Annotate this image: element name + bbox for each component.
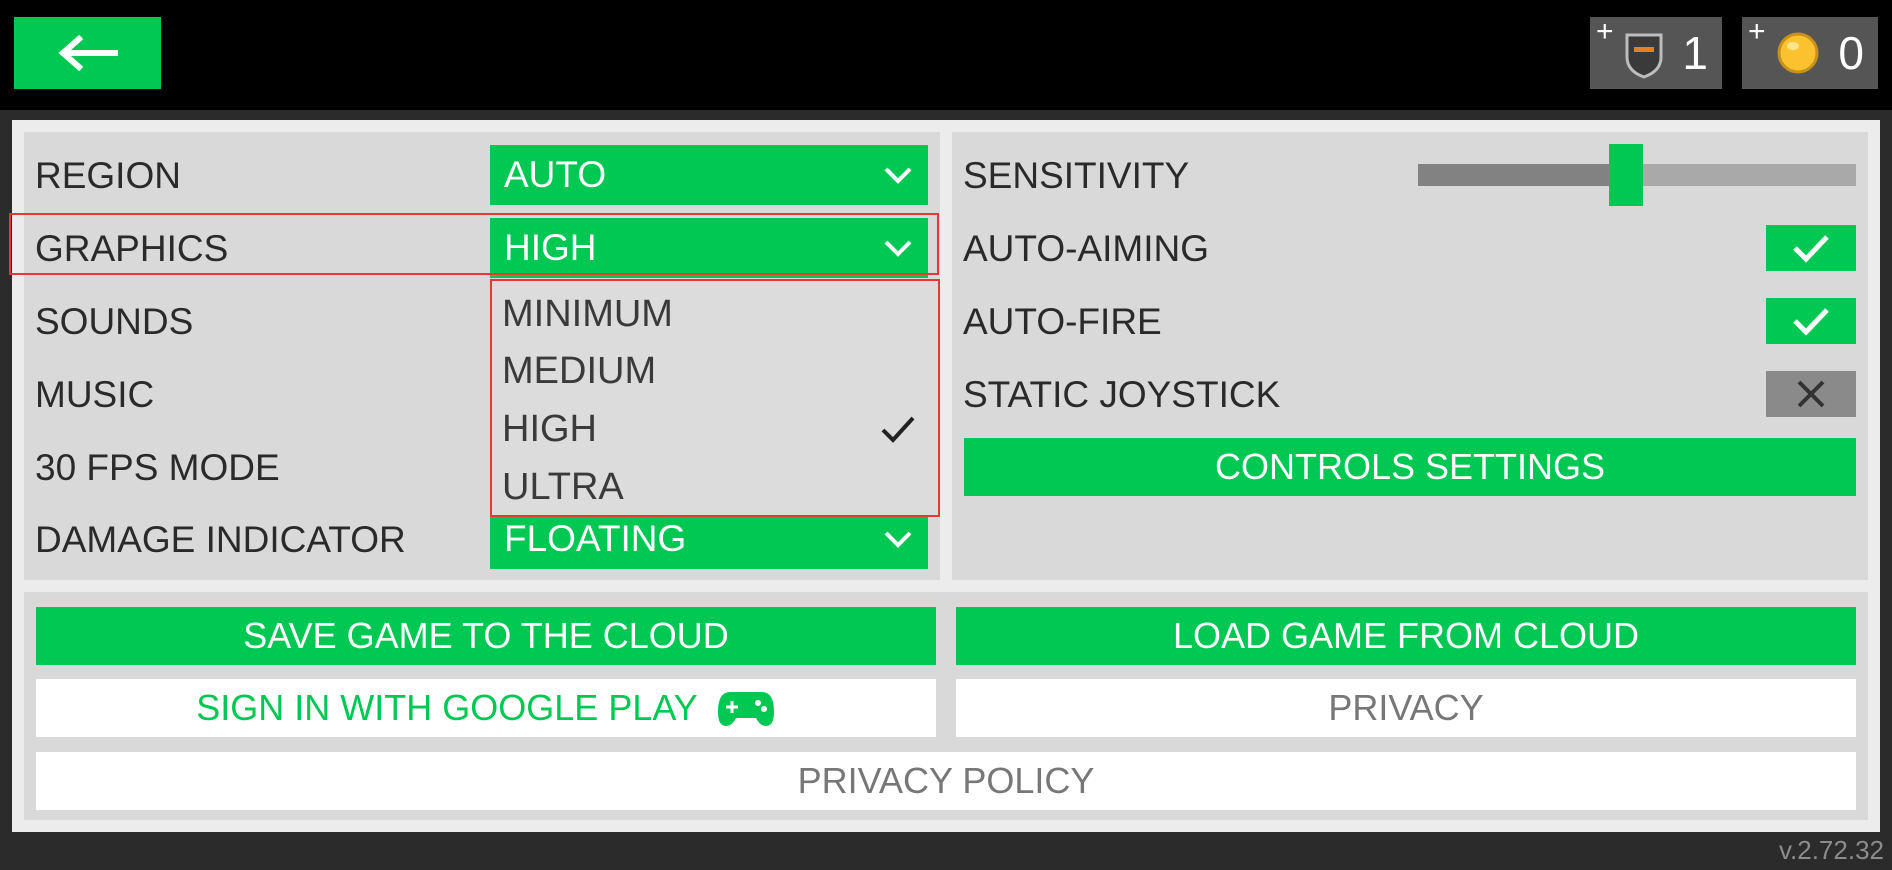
checkmark-icon — [1793, 235, 1829, 263]
close-icon — [1797, 380, 1825, 408]
auto-aiming-toggle[interactable] — [1766, 225, 1856, 271]
chevron-down-icon — [884, 167, 912, 184]
coin-plus: + — [1748, 15, 1766, 48]
sensitivity-thumb[interactable] — [1609, 144, 1644, 206]
privacy-policy-button[interactable]: PRIVACY POLICY — [36, 752, 1856, 810]
privacy-button[interactable]: PRIVACY — [956, 679, 1856, 737]
left-arrow-icon — [57, 35, 118, 71]
shield-icon — [1625, 33, 1663, 79]
load-from-cloud-button[interactable]: LOAD GAME FROM CLOUD — [956, 607, 1856, 665]
damage-indicator-label: DAMAGE INDICATOR — [35, 519, 406, 560]
sounds-label: SOUNDS — [35, 301, 194, 342]
damage-indicator-dropdown[interactable]: FLOATING — [490, 509, 928, 569]
auto-fire-toggle[interactable] — [1766, 298, 1856, 344]
checkmark-icon — [1793, 308, 1829, 336]
coin-count: 0 — [1838, 27, 1864, 79]
static-joystick-toggle[interactable] — [1766, 371, 1856, 417]
coin-icon — [1777, 32, 1819, 74]
graphics-menu-highlight — [490, 279, 940, 517]
controls-settings-button[interactable]: CONTROLS SETTINGS — [964, 438, 1856, 496]
coin-counter[interactable]: + 0 — [1742, 17, 1878, 89]
static-joystick-label: STATIC JOYSTICK — [963, 374, 1281, 415]
damage-indicator-value: FLOATING — [504, 518, 687, 559]
google-play-signin-button[interactable]: SIGN IN WITH GOOGLE PLAY — [36, 679, 936, 737]
region-dropdown[interactable]: AUTO — [490, 145, 928, 205]
sensitivity-fill — [1418, 164, 1627, 186]
chevron-down-icon — [884, 531, 912, 548]
shield-counter[interactable]: + 1 — [1590, 17, 1722, 89]
back-button[interactable] — [14, 17, 161, 89]
google-signin-label: SIGN IN WITH GOOGLE PLAY — [196, 687, 698, 728]
music-label: MUSIC — [35, 374, 155, 415]
gamepad-icon — [717, 692, 774, 726]
region-value: AUTO — [504, 154, 607, 195]
top-bar: + 1 + 0 — [0, 0, 1892, 110]
auto-aiming-label: AUTO-AIMING — [963, 228, 1209, 269]
shield-plus: + — [1596, 15, 1614, 48]
sensitivity-label: SENSITIVITY — [963, 155, 1190, 196]
save-to-cloud-button[interactable]: SAVE GAME TO THE CLOUD — [36, 607, 936, 665]
shield-count: 1 — [1682, 27, 1708, 79]
auto-fire-label: AUTO-FIRE — [963, 301, 1162, 342]
fps-mode-label: 30 FPS MODE — [35, 447, 280, 488]
version-label: v.2.72.32 — [1778, 835, 1884, 865]
graphics-row-highlight — [9, 213, 939, 275]
region-label: REGION — [35, 155, 181, 196]
